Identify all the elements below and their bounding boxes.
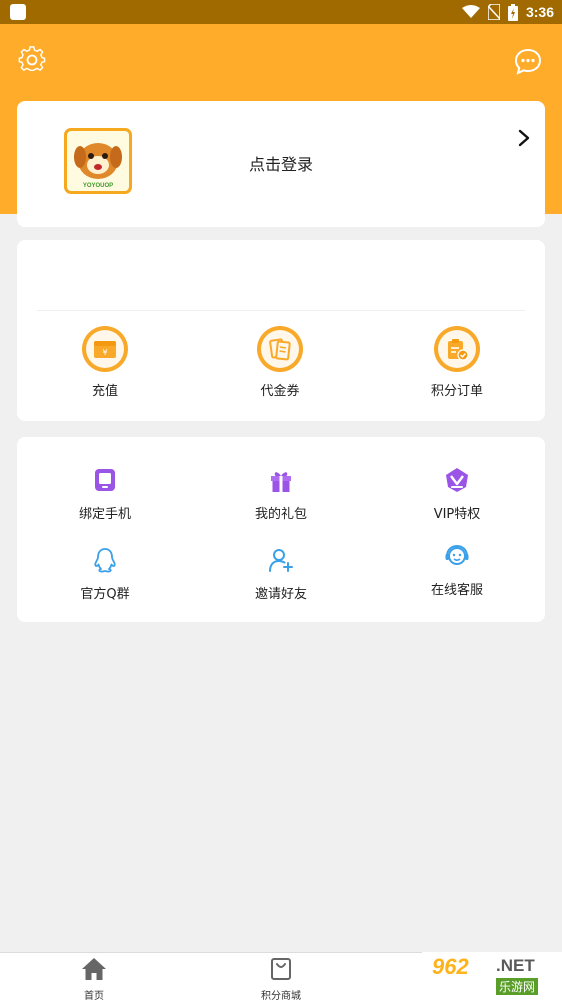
wallet-item-label: 充值 <box>91 384 118 399</box>
wallet-item-label: 代金券 <box>260 384 300 399</box>
wallet-item-voucher[interactable]: 代金券 <box>230 326 330 399</box>
service-label: 邀请好友 <box>254 587 307 602</box>
bind-phone-icon <box>95 469 115 491</box>
recharge-icon: ¥ <box>94 341 116 358</box>
qq-group-icon <box>94 548 116 573</box>
message-icon[interactable] <box>514 48 542 76</box>
login-card[interactable]: YOYOUOP 点击登录 <box>17 101 545 227</box>
wallet-card: ¥ 充值 代金券 积分订单 <box>17 240 545 421</box>
customer-service-icon <box>445 544 469 565</box>
watermark-cn: 乐游网 <box>496 978 539 995</box>
points-order-icon <box>448 339 469 361</box>
wallet-item-recharge[interactable]: ¥ 充值 <box>55 326 155 399</box>
battery-icon <box>507 3 518 21</box>
tab-home[interactable]: 首页 <box>54 957 134 1000</box>
settings-gear-icon[interactable] <box>18 46 46 74</box>
watermark-net: .NET <box>496 956 535 975</box>
services-card: 绑定手机 我的礼包 VIP特权 官方Q群 邀请好友 在线客服 <box>17 437 545 622</box>
gift-icon <box>271 472 291 492</box>
notification-app-icon <box>10 4 26 20</box>
service-label: 官方Q群 <box>80 587 130 602</box>
svg-text:¥: ¥ <box>102 348 107 357</box>
chevron-right-icon[interactable] <box>517 129 531 147</box>
login-prompt[interactable]: 点击登录 <box>249 151 313 175</box>
watermark-number: 962 <box>432 954 469 979</box>
service-label: 我的礼包 <box>254 507 307 522</box>
wifi-icon <box>461 5 480 18</box>
status-bar: 3:36 <box>0 0 562 24</box>
avatar-caption: YOYOUOP <box>83 183 113 189</box>
invite-friend-icon <box>269 549 293 572</box>
wallet-item-points-order[interactable]: 积分订单 <box>407 326 507 399</box>
home-icon <box>82 958 106 980</box>
service-qq-group[interactable]: 官方Q群 <box>50 547 160 602</box>
service-customer-service[interactable]: 在线客服 <box>402 543 512 598</box>
shopping-bag-icon <box>271 958 291 980</box>
service-vip[interactable]: VIP特权 <box>402 467 512 522</box>
service-gift[interactable]: 我的礼包 <box>226 467 336 522</box>
divider <box>37 310 525 311</box>
service-bind-phone[interactable]: 绑定手机 <box>50 467 160 522</box>
tab-label: 积分商城 <box>261 991 301 1000</box>
service-label: 绑定手机 <box>78 507 131 522</box>
vip-icon <box>446 468 468 492</box>
wallet-item-label: 积分订单 <box>430 384 483 399</box>
avatar[interactable]: YOYOUOP <box>64 128 132 194</box>
status-time: 3:36 <box>525 4 554 20</box>
tab-label: 首页 <box>84 991 104 1000</box>
voucher-icon <box>269 338 291 361</box>
service-invite-friend[interactable]: 邀请好友 <box>226 547 336 602</box>
mascot-logo-icon: YOYOUOP <box>67 131 129 191</box>
no-sim-icon <box>487 4 500 20</box>
tab-points-mall[interactable]: 积分商城 <box>241 957 321 1000</box>
service-label: 在线客服 <box>430 583 483 598</box>
watermark-logo: 962 .NET 乐游网 <box>422 952 562 1000</box>
status-icons: 3:36 <box>461 3 554 21</box>
service-label: VIP特权 <box>433 507 481 522</box>
